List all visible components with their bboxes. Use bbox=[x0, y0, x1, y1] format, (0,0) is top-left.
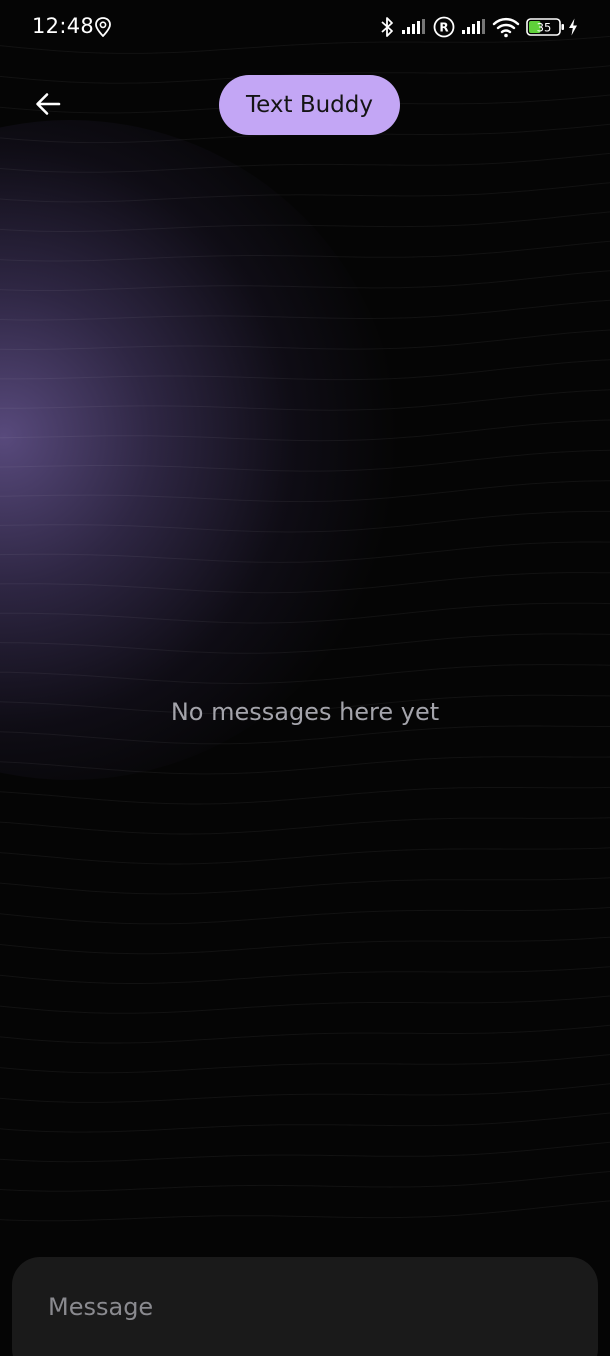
background-wave-line bbox=[0, 419, 610, 442]
background-wave-line bbox=[0, 602, 610, 624]
battery-icon: 35 bbox=[526, 18, 566, 41]
chat-title-pill[interactable]: Text Buddy bbox=[219, 75, 400, 135]
arrow-left-icon bbox=[35, 92, 61, 121]
background-wave-line bbox=[0, 936, 610, 955]
svg-text:R: R bbox=[439, 21, 448, 35]
background-wave-line bbox=[0, 572, 610, 594]
background-wave-line bbox=[0, 182, 610, 203]
background-wave-line bbox=[0, 541, 610, 563]
background-wave-line bbox=[0, 966, 610, 984]
background-wave-line bbox=[0, 664, 610, 685]
background-wave-line bbox=[0, 270, 610, 291]
chat-title: Text Buddy bbox=[246, 92, 373, 118]
background-wave-line bbox=[0, 995, 610, 1014]
empty-state-text: No messages here yet bbox=[170, 698, 440, 726]
background-wave-line bbox=[0, 847, 610, 865]
background-wave-line bbox=[0, 1024, 610, 1044]
background-wave-line bbox=[0, 725, 610, 745]
status-bar: 12:48 R 35 bbox=[0, 0, 610, 54]
background-wave-line bbox=[0, 329, 610, 350]
background-wave-line bbox=[0, 480, 610, 503]
background-wave-line bbox=[0, 786, 610, 805]
background-wave-line bbox=[0, 510, 610, 533]
background-wave-line bbox=[0, 1171, 610, 1192]
chat-screen: 12:48 R 35 Text Buddy No messages here y… bbox=[0, 0, 610, 1356]
background-wave-line bbox=[0, 1083, 610, 1103]
charging-icon bbox=[568, 18, 578, 41]
background-wave-line bbox=[0, 449, 610, 472]
background-wave-lines bbox=[0, 35, 610, 1222]
bluetooth-icon bbox=[380, 15, 394, 44]
background-wave-line bbox=[0, 389, 610, 411]
background-wave-line bbox=[0, 756, 610, 775]
location-icon bbox=[94, 17, 112, 42]
background-wave-line bbox=[0, 907, 610, 925]
background-wave-line bbox=[0, 152, 610, 173]
background-wave-line bbox=[0, 877, 610, 895]
background-wave-line bbox=[0, 1054, 610, 1074]
background-wave-line bbox=[0, 299, 610, 321]
background-wave-line bbox=[0, 1200, 610, 1222]
signal-icon bbox=[402, 19, 428, 40]
background-wave-line bbox=[0, 633, 610, 654]
message-composer bbox=[12, 1257, 598, 1356]
background-wave-line bbox=[0, 211, 610, 232]
message-input[interactable] bbox=[48, 1285, 558, 1329]
background-wave-line bbox=[0, 240, 610, 262]
background-wave-line bbox=[0, 817, 610, 835]
signal-icon bbox=[462, 19, 488, 40]
battery-level-text: 35 bbox=[537, 20, 552, 34]
background-wave-line bbox=[0, 1112, 610, 1133]
wifi-icon bbox=[492, 16, 520, 43]
roaming-icon: R bbox=[433, 16, 455, 43]
background-wave-line bbox=[0, 1141, 610, 1163]
back-button[interactable] bbox=[28, 86, 68, 126]
status-time: 12:48 bbox=[32, 14, 95, 38]
background-wave-line bbox=[0, 359, 610, 381]
